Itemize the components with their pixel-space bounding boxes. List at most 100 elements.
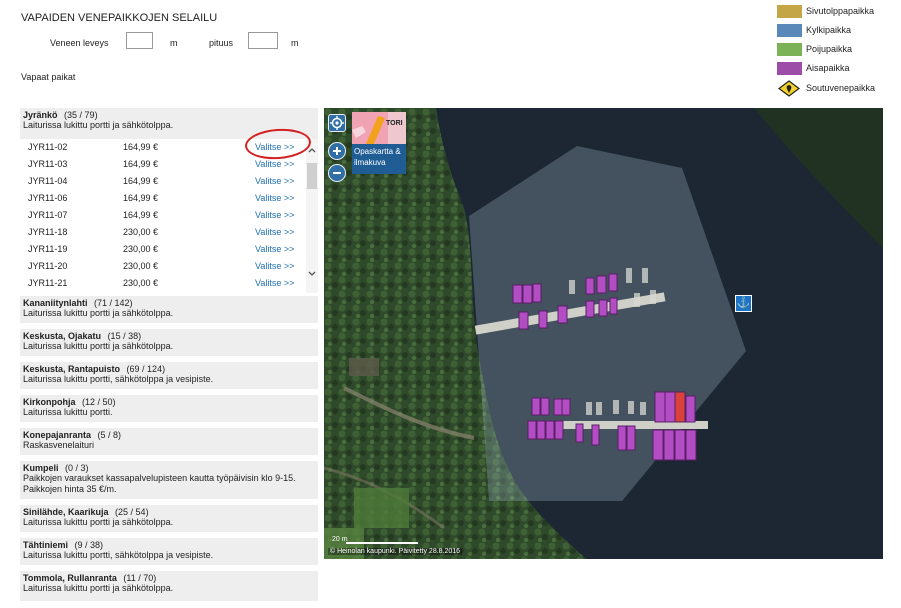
map-copyright: © Heinolan kaupunki. Päivitetty 28.8.201…	[328, 548, 463, 555]
harbour-item[interactable]: Keskusta, Rantapuisto (69 / 124) Laituri…	[20, 362, 318, 392]
select-spot-link[interactable]: Valitse >>	[255, 210, 294, 220]
select-spot-link[interactable]: Valitse >>	[255, 244, 294, 254]
spot-id: JYR11-20	[28, 261, 68, 271]
harbour-count: (35 / 79)	[64, 110, 98, 120]
harbour-name: Kumpeli	[23, 463, 59, 473]
legend-item-poiju: Poijupaikka	[777, 42, 852, 56]
spot-price: 164,99 €	[123, 142, 159, 152]
spot-row: JYR11-06 164,99 € Valitse >>	[20, 190, 306, 207]
layer-switcher[interactable]: TORI Opaskartta & ilmakuva	[352, 112, 406, 174]
harbour-item[interactable]: Kirkonpohja (12 / 50) Laiturissa lukittu…	[20, 395, 318, 425]
harbour-map[interactable]: TORI Opaskartta & ilmakuva ⚓ 20 m © Hein…	[324, 108, 883, 559]
spot-id: JYR11-19	[28, 244, 68, 254]
chevron-up-icon[interactable]	[308, 147, 316, 155]
harbour-count: (25 / 54)	[115, 507, 149, 517]
harbour-name: Keskusta, Ojakatu	[23, 331, 102, 341]
boat-length-input[interactable]	[248, 32, 278, 49]
harbour-name: Kirkonpohja	[23, 397, 76, 407]
harbour-description: Paikkojen varaukset kassapalvelupisteen …	[23, 473, 296, 494]
layer-thumbnail: TORI	[352, 112, 406, 144]
select-spot-link[interactable]: Valitse >>	[255, 278, 294, 288]
spot-price: 230,00 €	[123, 244, 159, 254]
harbour-item[interactable]: Keskusta, Ojakatu (15 / 38) Laiturissa l…	[20, 329, 318, 359]
spot-row: JYR11-21 230,00 € Valitse >>	[20, 275, 306, 292]
harbour-description: Laiturissa lukittu portti, sähkötolppa j…	[23, 374, 214, 384]
harbour-item[interactable]: Kumpeli (0 / 3) Paikkojen varaukset kass…	[20, 461, 318, 502]
zoom-out-icon[interactable]	[328, 164, 346, 182]
harbour-description: Laiturissa lukittu portti ja sähkötolppa…	[23, 517, 174, 527]
length-unit: m	[291, 38, 299, 48]
spot-row: JYR11-18 230,00 € Valitse >>	[20, 224, 306, 241]
spot-id: JYR11-02	[28, 142, 68, 152]
select-spot-link[interactable]: Valitse >>	[255, 193, 294, 203]
spot-id: JYR11-18	[28, 227, 68, 237]
free-spots-label: Vapaat paikat	[21, 72, 76, 82]
spot-id: JYR11-07	[28, 210, 68, 220]
length-label: pituus	[209, 38, 234, 48]
layer-thumb-text: TORI	[386, 120, 403, 127]
harbour-count: (15 / 38)	[107, 331, 142, 341]
harbour-count: (12 / 50)	[82, 397, 116, 407]
legend-item-aisa: Aisapaikka	[777, 61, 850, 75]
legend-swatch	[777, 61, 802, 75]
spot-id: JYR11-21	[28, 278, 68, 288]
harbour-description: Laiturissa lukittu portti ja sähkötolppa…	[23, 583, 174, 593]
harbour-name: Kananiitynlahti	[23, 298, 88, 308]
harbour-count: (0 / 3)	[65, 463, 89, 473]
select-spot-link[interactable]: Valitse >>	[255, 261, 294, 271]
spot-id: JYR11-06	[28, 193, 68, 203]
width-unit: m	[170, 38, 178, 48]
spot-id: JYR11-03	[28, 159, 68, 169]
harbour-count: (9 / 38)	[74, 540, 104, 550]
spot-row: JYR11-04 164,99 € Valitse >>	[20, 173, 306, 190]
page-title: VAPAIDEN VENEPAIKKOJEN SELAILU	[21, 12, 218, 24]
harbour-description: Laiturissa lukittu portti ja sähkötolppa…	[23, 308, 174, 318]
spot-row: JYR11-07 164,99 € Valitse >>	[20, 207, 306, 224]
harbour-name: Tommola, Rullanranta	[23, 573, 117, 583]
chevron-down-icon[interactable]	[308, 271, 316, 279]
spot-row: JYR11-19 230,00 € Valitse >>	[20, 241, 306, 258]
spot-list-scrollbar[interactable]	[306, 139, 318, 293]
legend-item-soutuvene: Soutuvenepaikka	[777, 79, 875, 97]
layer-label: Opaskartta & ilmakuva	[352, 144, 406, 174]
harbour-description: Laiturissa lukittu portti, sähkötolppa j…	[23, 550, 214, 560]
anchor-icon[interactable]: ⚓	[735, 295, 752, 312]
harbour-description: Laiturissa lukittu portti ja sähkötolppa…	[23, 341, 174, 351]
spot-price: 230,00 €	[123, 261, 159, 271]
harbour-count: (69 / 124)	[126, 364, 166, 374]
harbour-name: Tähtiniemi	[23, 540, 69, 550]
zoom-in-icon[interactable]	[328, 142, 346, 160]
spot-id: JYR11-04	[28, 176, 68, 186]
harbour-item[interactable]: Sinilähde, Kaarikuja (25 / 54) Laituriss…	[20, 505, 318, 535]
aerial-photo	[324, 108, 883, 559]
harbour-description: Raskasvenelaituri	[23, 440, 95, 450]
harbour-item[interactable]: Konepajanranta (5 / 8) Raskasvenelaituri	[20, 428, 318, 458]
select-spot-link[interactable]: Valitse >>	[255, 159, 294, 169]
harbour-name: Jyränkö	[23, 110, 58, 120]
scroll-thumb[interactable]	[307, 163, 317, 189]
harbour-name: Sinilähde, Kaarikuja	[23, 507, 109, 517]
select-spot-link[interactable]: Valitse >>	[255, 227, 294, 237]
scale-bar: 20 m	[328, 536, 448, 548]
locate-icon[interactable]	[328, 114, 346, 132]
harbour-item[interactable]: Tähtiniemi (9 / 38) Laiturissa lukittu p…	[20, 538, 318, 568]
harbour-count: (11 / 70)	[123, 573, 157, 583]
spot-price: 230,00 €	[123, 227, 159, 237]
width-label: Veneen leveys	[50, 38, 109, 48]
spot-row: JYR11-20 230,00 € Valitse >>	[20, 258, 306, 275]
spot-price: 164,99 €	[123, 159, 159, 169]
legend-swatch	[777, 42, 802, 56]
spot-row: JYR11-03 164,99 € Valitse >>	[20, 156, 306, 173]
spot-price: 164,99 €	[123, 210, 159, 220]
spot-list: JYR11-02 164,99 € Valitse >> JYR11-03 16…	[20, 139, 318, 293]
harbour-description: Laiturissa lukittu portti.	[23, 407, 113, 417]
select-spot-link[interactable]: Valitse >>	[255, 176, 294, 186]
harbour-item[interactable]: Tommola, Rullanranta (11 / 70) Laituriss…	[20, 571, 318, 601]
harbour-count: (71 / 142)	[94, 298, 133, 308]
boat-width-input[interactable]	[126, 32, 153, 49]
spot-price: 164,99 €	[123, 193, 159, 203]
harbour-name: Keskusta, Rantapuisto	[23, 364, 121, 374]
legend-swatch	[777, 4, 802, 18]
harbour-item[interactable]: Kananiitynlahti (71 / 142) Laiturissa lu…	[20, 296, 318, 326]
location-pin-icon	[778, 79, 800, 97]
